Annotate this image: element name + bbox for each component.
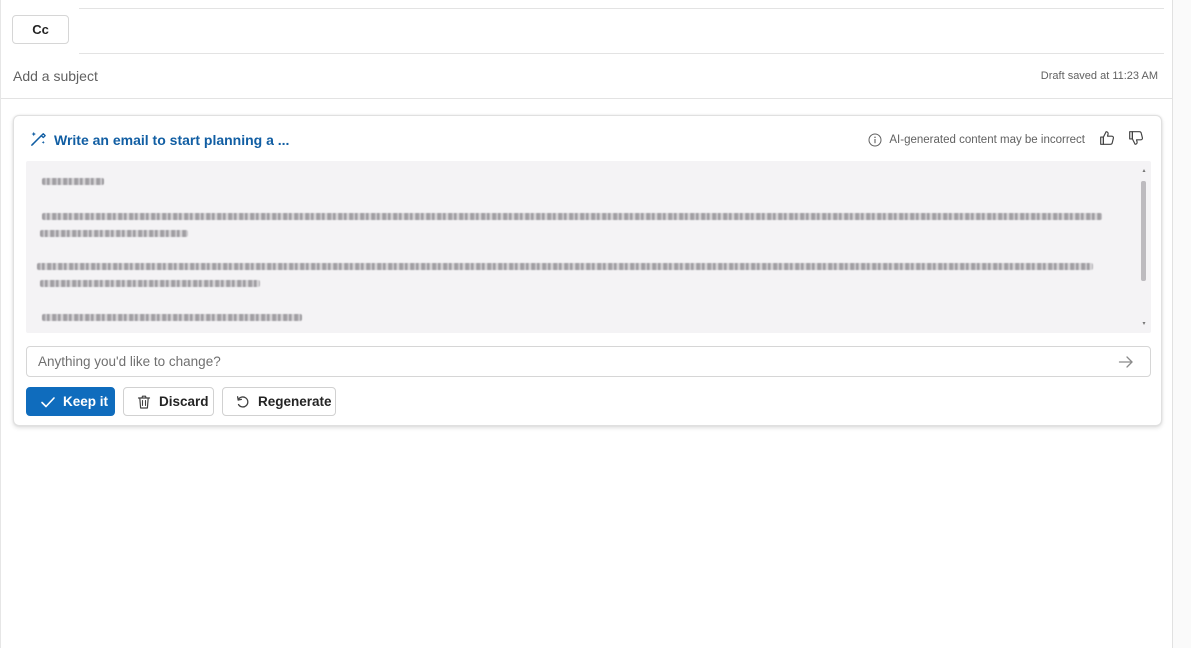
ai-disclaimer-text: AI-generated content may be incorrect xyxy=(889,134,1085,146)
regenerate-label: Regenerate xyxy=(258,394,332,409)
copilot-draft-card: Write an email to start planning a ... A… xyxy=(13,115,1162,426)
blurred-text-line xyxy=(42,178,104,185)
copilot-prompt-title[interactable]: Write an email to start planning a ... xyxy=(54,132,289,148)
blurred-text-line xyxy=(42,314,302,321)
blurred-text-line xyxy=(40,280,260,287)
copilot-actions: Keep it Discard Regenerate xyxy=(26,387,344,416)
draft-saved-status: Draft saved at 11:23 AM xyxy=(1040,70,1158,82)
refine-prompt-input[interactable] xyxy=(27,347,1107,376)
blurred-text-line xyxy=(42,213,1102,220)
ai-disclaimer: AI-generated content may be incorrect xyxy=(868,133,1085,147)
cc-button[interactable]: Cc xyxy=(12,15,69,44)
trash-icon xyxy=(137,395,151,409)
keep-it-button[interactable]: Keep it xyxy=(26,387,115,416)
generated-email-body[interactable]: ▴ ▾ xyxy=(26,161,1151,333)
generated-body-scrollbar[interactable]: ▴ ▾ xyxy=(1140,167,1148,327)
scroll-thumb[interactable] xyxy=(1141,181,1146,281)
scroll-up-arrow[interactable]: ▴ xyxy=(1140,167,1148,175)
right-gutter xyxy=(1173,0,1191,648)
cc-row: Cc xyxy=(1,9,1172,53)
regenerate-button[interactable]: Regenerate xyxy=(222,387,336,416)
thumbs-down-icon[interactable] xyxy=(1127,129,1145,147)
email-compose-pane: Cc Add a subject Draft saved at 11:23 AM… xyxy=(0,0,1173,648)
scroll-down-arrow[interactable]: ▾ xyxy=(1140,320,1148,328)
info-icon xyxy=(868,133,882,147)
thumbs-up-icon[interactable] xyxy=(1098,129,1116,147)
cc-input[interactable] xyxy=(79,9,1164,53)
subject-row: Add a subject Draft saved at 11:23 AM xyxy=(1,54,1172,98)
copilot-card-header: Write an email to start planning a ... A… xyxy=(14,116,1161,161)
subject-divider xyxy=(1,98,1172,99)
blurred-text-line xyxy=(40,230,188,237)
pen-sparkle-icon xyxy=(31,131,46,146)
subject-input[interactable]: Add a subject xyxy=(13,68,98,84)
keep-it-label: Keep it xyxy=(63,394,109,409)
discard-label: Discard xyxy=(159,394,209,409)
discard-button[interactable]: Discard xyxy=(123,387,214,416)
arrow-right-icon[interactable] xyxy=(1118,354,1134,370)
blurred-text-line xyxy=(37,263,1093,270)
refresh-icon xyxy=(236,395,249,408)
checkmark-icon xyxy=(41,396,55,407)
refine-prompt-box xyxy=(26,346,1151,377)
